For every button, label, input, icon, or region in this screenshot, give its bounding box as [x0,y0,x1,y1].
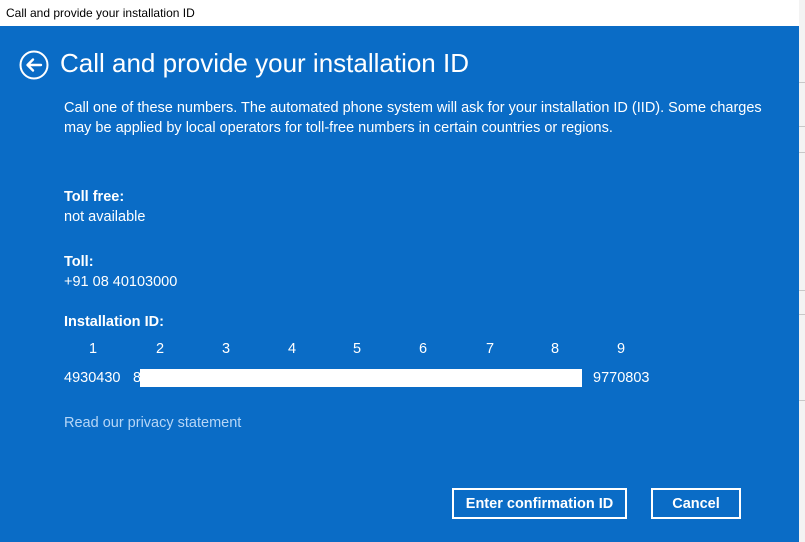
redaction-bar [140,369,582,387]
toll-free-label: Toll free: [64,189,125,205]
group-number: 4 [287,341,297,357]
iid-group-1: 4930430 [64,370,121,386]
group-number: 6 [418,341,428,357]
back-button[interactable] [19,50,49,80]
window-title: Call and provide your installation ID [6,6,195,20]
edge-divider [799,82,805,83]
activation-panel: Call and provide your installation ID Ca… [0,26,799,542]
toll-number: +91 08 40103000 [64,274,178,290]
iid-group-9: 9770803 [593,370,650,386]
group-number: 8 [550,341,560,357]
toll-label: Toll: [64,254,94,270]
edge-divider [799,152,805,153]
privacy-statement-link[interactable]: Read our privacy statement [64,415,241,431]
group-number: 5 [352,341,362,357]
window-title-bar: Call and provide your installation ID [0,0,799,26]
installation-id-label: Installation ID: [64,314,164,330]
edge-divider [799,290,805,291]
page-title: Call and provide your installation ID [60,48,469,78]
group-number: 2 [155,341,165,357]
edge-divider [799,126,805,127]
edge-divider [799,400,805,401]
cancel-button[interactable]: Cancel [651,488,741,519]
group-number: 7 [485,341,495,357]
group-number: 3 [221,341,231,357]
group-number: 1 [88,341,98,357]
enter-confirmation-id-button[interactable]: Enter confirmation ID [452,488,627,519]
edge-divider [799,314,805,315]
back-arrow-circle-icon [19,50,49,80]
instructions-text: Call one of these numbers. The automated… [64,100,762,136]
group-number: 9 [616,341,626,357]
toll-free-value: not available [64,209,146,225]
background-window-edge [799,0,805,542]
